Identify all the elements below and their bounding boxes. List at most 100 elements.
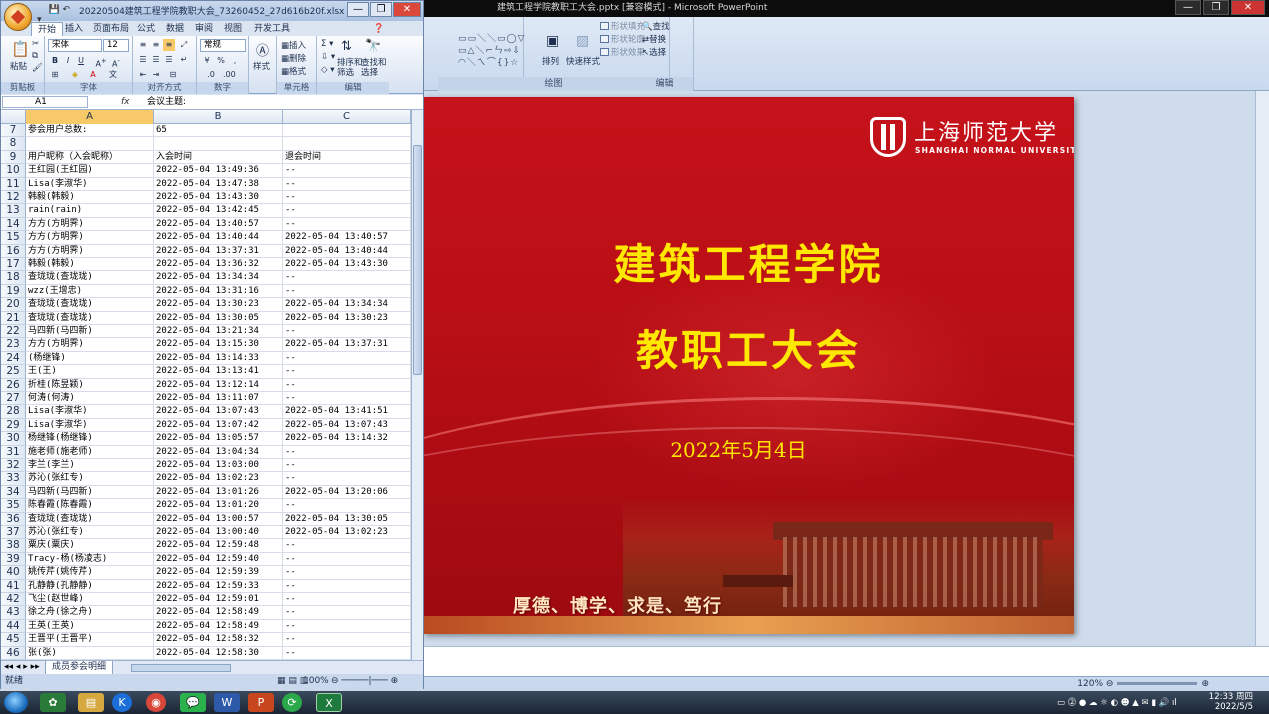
table-cell-c[interactable]: -- [283,217,411,232]
table-cell-b[interactable]: 入会时间 [154,150,283,165]
fx-icon[interactable]: fx [121,95,130,109]
tab-home[interactable]: 开始 [31,22,64,36]
styles-icon[interactable]: Ⓐ [256,40,269,59]
row-header[interactable]: 33 [1,472,26,486]
percent-icon[interactable]: % [215,55,227,67]
wechat-icon[interactable]: 💬 [180,693,206,712]
table-cell-c[interactable]: -- [283,646,411,660]
row-header[interactable]: 20 [1,298,26,312]
table-cell-a[interactable]: 张(张) [26,646,154,660]
replace-button[interactable]: ⇄替换 [642,33,666,45]
table-cell-c[interactable]: -- [283,445,411,459]
table-cell-b[interactable]: 2022-05-04 13:00:57 [154,512,283,526]
phonetic-icon[interactable]: 文 [107,69,119,81]
currency-icon[interactable]: ¥ [201,55,213,67]
ppt-maximize-button[interactable]: ❐ [1203,0,1229,15]
quick-styles-button[interactable]: 快速样式 [566,55,600,67]
table-cell-b[interactable]: 2022-05-04 12:58:32 [154,633,283,647]
fill-icon[interactable]: ⇩ ▾ [321,52,335,62]
paste-button[interactable]: 粘贴 [10,60,27,72]
table-cell-c[interactable]: 退会时间 [283,150,411,165]
row-header[interactable]: 27 [1,392,26,406]
sort-filter-icon[interactable]: ⇅ [341,39,352,54]
column-header-a[interactable]: A [26,110,154,124]
app-k-icon[interactable]: K [112,693,132,712]
table-cell-c[interactable]: -- [283,459,411,473]
table-cell-a[interactable]: 方方(方明霁) [26,244,154,258]
excel-close-button[interactable]: ✕ [393,2,421,17]
table-cell-a[interactable]: 苏沁(张红专) [26,472,154,486]
help-icon[interactable]: ❓ [373,22,384,36]
notes-pane[interactable] [424,646,1269,676]
table-cell-b[interactable]: 2022-05-04 13:15:30 [154,338,283,352]
shrink-font-button[interactable]: A- [110,55,122,69]
paste-icon[interactable]: 📋 [11,40,30,58]
table-cell-c[interactable]: -- [283,351,411,366]
table-cell-b[interactable]: 65 [154,124,283,138]
table-cell-c[interactable] [283,124,411,138]
table-cell-b[interactable]: 2022-05-04 13:00:40 [154,526,283,540]
row-header[interactable]: 32 [1,459,26,473]
row-header[interactable]: 43 [1,606,26,620]
increase-indent-icon[interactable]: ⇥ [150,69,162,81]
table-cell-c[interactable]: 2022-05-04 13:02:23 [283,526,411,540]
slide-canvas[interactable]: 上海师范大学 SHANGHAI NORMAL UNIVERSITY 建筑工程学院… [423,97,1074,634]
row-header[interactable]: 7 [1,124,26,138]
row-header[interactable]: 25 [1,365,26,379]
row-header[interactable]: 9 [1,150,26,165]
table-cell-c[interactable]: 2022-05-04 13:41:51 [283,405,411,419]
table-cell-b[interactable]: 2022-05-04 13:30:23 [154,298,283,312]
table-cell-c[interactable]: -- [283,472,411,486]
table-cell-a[interactable]: 李兰(李兰) [26,459,154,473]
table-cell-a[interactable]: 韩毅(韩毅) [26,191,154,205]
table-cell-b[interactable]: 2022-05-04 13:03:00 [154,459,283,473]
ppt-minimize-button[interactable]: — [1175,0,1201,15]
table-cell-a[interactable]: 王英(王英) [26,619,154,634]
format-cells-button[interactable]: ▦格式 [281,65,306,77]
table-cell-a[interactable]: 苏沁(张红专) [26,526,154,540]
align-top-icon[interactable]: ≡ [137,39,149,51]
sheet-tab-active[interactable]: 成员参会明细 [45,661,114,675]
slide-title-line2[interactable]: 教职工大会 [423,317,1074,378]
table-cell-b[interactable]: 2022-05-04 13:05:57 [154,432,283,446]
row-header[interactable]: 36 [1,512,26,526]
clock[interactable]: 12:33 周四 2022/5/5 [1209,692,1253,712]
font-color-icon[interactable]: A [87,69,99,81]
table-cell-c[interactable]: 2022-05-04 13:07:43 [283,418,411,433]
table-cell-a[interactable]: 参会用户总数: [26,124,154,138]
row-header[interactable]: 26 [1,378,26,392]
table-cell-b[interactable]: 2022-05-04 12:58:49 [154,606,283,620]
sort-filter-button[interactable]: 排序和 筛选 [337,58,363,78]
table-cell-a[interactable]: (杨继锋) [26,351,154,366]
number-format-select[interactable]: 常规 [200,39,246,52]
table-cell-b[interactable]: 2022-05-04 13:47:38 [154,177,283,191]
excel-scroll-thumb[interactable] [413,145,422,375]
table-cell-a[interactable]: 韩毅(韩毅) [26,258,154,272]
table-cell-b[interactable]: 2022-05-04 13:07:42 [154,418,283,433]
table-cell-a[interactable]: 粟庆(粟庆) [26,539,154,553]
table-cell-b[interactable]: 2022-05-04 13:30:05 [154,311,283,325]
arrange-icon[interactable]: ▣ [546,33,559,49]
file-explorer-icon[interactable]: ▤ [78,693,104,712]
table-cell-a[interactable]: 何涛(何涛) [26,392,154,406]
tab-page-layout[interactable]: 页面布局 [93,22,129,36]
row-header[interactable]: 21 [1,311,26,325]
select-all-corner[interactable] [1,110,26,124]
row-header[interactable]: 14 [1,217,26,232]
table-cell-c[interactable]: 2022-05-04 13:30:23 [283,311,411,325]
table-cell-c[interactable]: 2022-05-04 13:14:32 [283,432,411,446]
table-cell-b[interactable]: 2022-05-04 13:21:34 [154,325,283,339]
excel-minimize-button[interactable]: — [347,2,369,17]
start-button[interactable] [4,692,28,713]
delete-cells-button[interactable]: ▦删除 [281,52,306,64]
table-cell-c[interactable]: -- [283,284,411,299]
decrease-decimal-icon[interactable]: .00 [223,69,236,81]
row-header[interactable]: 44 [1,619,26,634]
sheet-nav-arrows-icon[interactable]: ◂◂ ◂ ▸ ▸▸ [4,662,40,672]
row-header[interactable]: 34 [1,485,26,500]
find-select-button[interactable]: 查找和 选择 [361,58,387,78]
row-header[interactable]: 15 [1,231,26,245]
row-header[interactable]: 42 [1,593,26,607]
table-cell-c[interactable]: 2022-05-04 13:20:06 [283,485,411,500]
table-cell-c[interactable] [283,137,411,151]
